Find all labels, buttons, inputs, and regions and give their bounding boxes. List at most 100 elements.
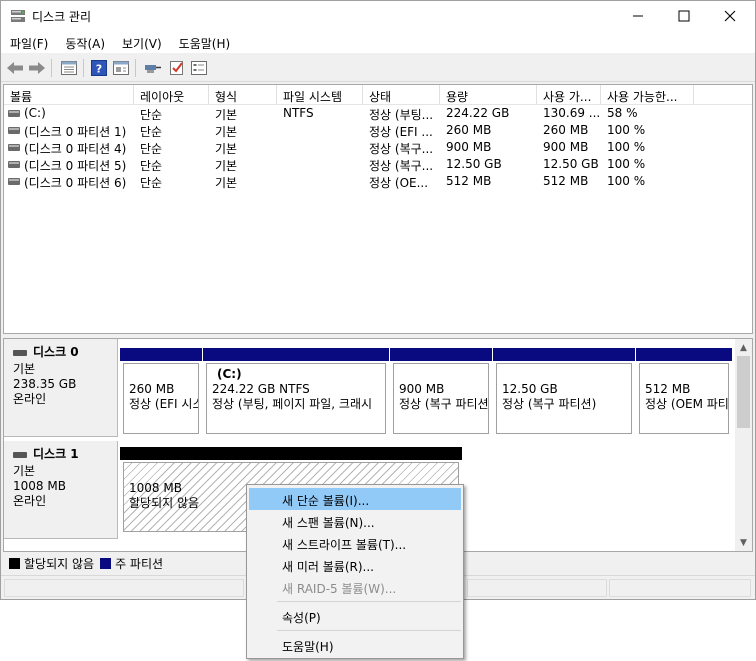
cell-type: 기본 [215, 108, 238, 122]
column-capacity[interactable]: 용량 [440, 85, 537, 105]
cell-free-space: 12.50 GB [543, 157, 599, 171]
partition-body: 900 MB 정상 (복구 파티션 [393, 363, 489, 434]
maximize-icon [678, 10, 690, 22]
volume-icon [8, 161, 20, 168]
partition-name [129, 367, 198, 382]
column-percent-free[interactable]: 사용 가능한... [601, 85, 694, 105]
menu-help-item[interactable]: 도움말(H) [249, 634, 461, 656]
cell-file-system: NTFS [283, 106, 314, 120]
partition-body: (C:) 224.22 GB NTFS 정상 (부팅, 페이지 파일, 크래시 [206, 363, 386, 434]
partition-color-bar [120, 348, 202, 361]
scrollbar-thumb[interactable] [737, 356, 750, 428]
status-segment [609, 579, 751, 597]
partition-size: 512 MB [645, 382, 691, 396]
cell-free-space: 130.69 ... [543, 106, 601, 120]
volume-row[interactable]: (C:) 단순 기본 NTFS 정상 (부팅... 224.22 GB 130.… [4, 105, 752, 122]
partition-name [129, 466, 458, 481]
disk-0-size: 238.35 GB [13, 377, 77, 391]
help-button[interactable]: ? [89, 58, 109, 78]
cell-volume: (디스크 0 파티션 4) [24, 142, 127, 156]
menu-action[interactable]: 동작(A) [56, 31, 113, 53]
menu-new-striped-volume[interactable]: 새 스트라이프 볼륨(T)... [249, 532, 461, 554]
toolbar-separator [51, 59, 52, 77]
column-volume[interactable]: 볼륨 [4, 85, 134, 105]
cell-status: 정상 (OE... [369, 176, 429, 190]
cell-percent-free: 100 % [607, 157, 646, 171]
cell-volume: (디스크 0 파티션 1) [24, 125, 127, 139]
cell-status: 정상 (복구... [369, 159, 434, 173]
toolbar-separator [83, 59, 84, 77]
menu-new-mirrored-volume[interactable]: 새 미러 볼륨(R)... [249, 554, 461, 576]
menu-separator [277, 601, 461, 602]
column-file-system[interactable]: 파일 시스템 [277, 85, 363, 105]
cell-free-space: 260 MB [543, 123, 589, 137]
cell-volume: (디스크 0 파티션 6) [24, 176, 127, 190]
partition-size: 12.50 GB [502, 382, 558, 396]
volume-list-header: 볼륨 레이아웃 형식 파일 시스템 상태 용량 사용 가... 사용 가능한..… [4, 85, 752, 105]
column-type[interactable]: 형식 [209, 85, 277, 105]
back-button[interactable] [5, 58, 25, 78]
disk-1-label[interactable]: 디스크 1 기본 1008 MB 온라인 [4, 441, 118, 539]
window-title: 디스크 관리 [32, 10, 92, 24]
cell-percent-free: 100 % [607, 123, 646, 137]
partition-disk0-efi[interactable]: 260 MB 정상 (EFI 시스 [120, 348, 202, 437]
properties-list-icon [61, 61, 77, 75]
title-bar: 디스크 관리 [1, 1, 755, 31]
settings-list-button[interactable] [189, 58, 209, 78]
cell-capacity: 260 MB [446, 123, 492, 137]
forward-button[interactable] [27, 58, 47, 78]
minimize-icon [633, 15, 643, 17]
partition-disk0-oem[interactable]: 512 MB 정상 (OEM 파티 [636, 348, 732, 437]
check-button[interactable] [167, 58, 187, 78]
disk-1-name-row: 디스크 1 [13, 447, 117, 462]
minimize-button[interactable] [615, 1, 661, 31]
volume-row[interactable]: (디스크 0 파티션 1) 단순 기본 정상 (EFI ... 260 MB 2… [4, 122, 752, 139]
check-icon [170, 61, 183, 75]
menu-new-simple-volume[interactable]: 새 단순 볼륨(I)... [249, 488, 461, 510]
scroll-down-arrow-icon[interactable]: ▼ [735, 534, 752, 551]
volume-row[interactable]: (디스크 0 파티션 5) 단순 기본 정상 (복구... 12.50 GB 1… [4, 156, 752, 173]
partition-disk0-c[interactable]: (C:) 224.22 GB NTFS 정상 (부팅, 페이지 파일, 크래시 [203, 348, 389, 437]
disk-management-icon [11, 10, 25, 22]
partition-body: 512 MB 정상 (OEM 파티 [639, 363, 729, 434]
partition-disk0-recovery-1[interactable]: 900 MB 정상 (복구 파티션 [390, 348, 492, 437]
console-tree-button[interactable] [59, 58, 79, 78]
partition-status: 정상 (OEM 파티 [645, 397, 729, 411]
menu-file[interactable]: 파일(F) [1, 31, 56, 53]
cell-percent-free: 100 % [607, 140, 646, 154]
partition-disk0-recovery-2[interactable]: 12.50 GB 정상 (복구 파티션) [493, 348, 635, 437]
cell-percent-free: 58 % [607, 106, 638, 120]
cell-status: 정상 (부팅... [369, 108, 434, 122]
menu-help[interactable]: 도움말(H) [170, 31, 239, 53]
volume-icon [8, 144, 20, 151]
maximize-button[interactable] [661, 1, 707, 31]
disk-1-name: 디스크 1 [33, 447, 79, 461]
disk-0-status: 온라인 [13, 392, 47, 406]
partition-name [399, 367, 488, 382]
menu-properties[interactable]: 속성(P) [249, 605, 461, 627]
column-layout[interactable]: 레이아웃 [134, 85, 209, 105]
cell-layout: 단순 [140, 142, 163, 156]
show-hide-button[interactable] [111, 58, 131, 78]
forward-icon [29, 62, 45, 74]
scroll-up-arrow-icon[interactable]: ▲ [735, 339, 752, 356]
menu-separator [277, 630, 461, 631]
cell-type: 기본 [215, 176, 238, 190]
cell-type: 기본 [215, 142, 238, 156]
cell-capacity: 12.50 GB [446, 157, 502, 171]
cell-type: 기본 [215, 125, 238, 139]
menu-new-spanned-volume[interactable]: 새 스팬 볼륨(N)... [249, 510, 461, 532]
column-free-space[interactable]: 사용 가... [537, 85, 601, 105]
disk-pane-scrollbar[interactable]: ▲ ▼ [735, 339, 752, 551]
partition-color-bar [636, 348, 732, 361]
menu-new-raid5-volume: 새 RAID-5 볼륨(W)... [282, 582, 397, 596]
connect-button[interactable] [143, 58, 163, 78]
legend-label: 주 파티션 [115, 556, 164, 571]
cell-layout: 단순 [140, 125, 163, 139]
volume-row[interactable]: (디스크 0 파티션 6) 단순 기본 정상 (OE... 512 MB 512… [4, 173, 752, 190]
column-status[interactable]: 상태 [363, 85, 440, 105]
volume-row[interactable]: (디스크 0 파티션 4) 단순 기본 정상 (복구... 900 MB 900… [4, 139, 752, 156]
close-button[interactable] [707, 1, 753, 31]
menu-view[interactable]: 보기(V) [113, 31, 170, 53]
disk-0-label[interactable]: 디스크 0 기본 238.35 GB 온라인 [4, 339, 118, 437]
